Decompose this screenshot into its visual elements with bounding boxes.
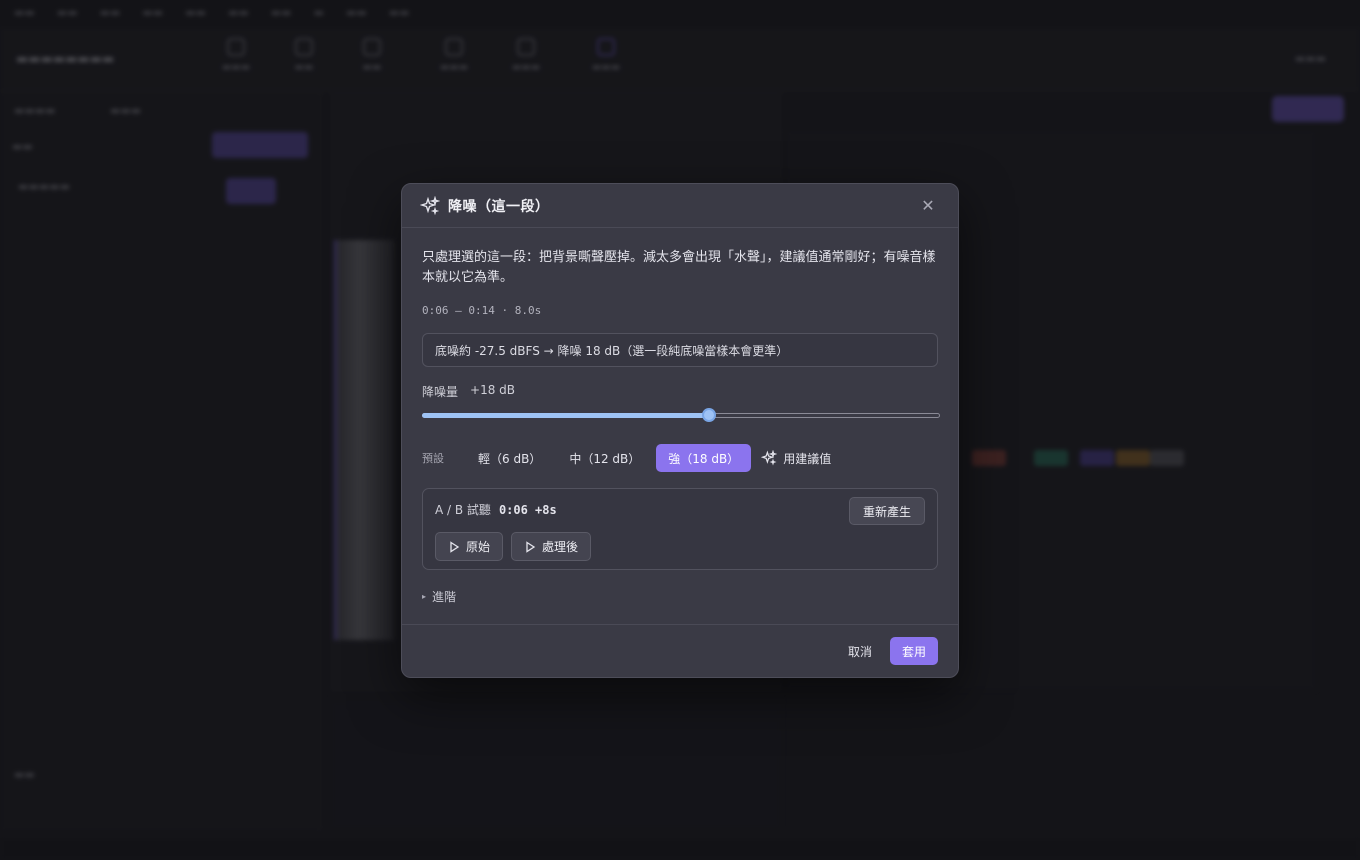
dialog-footer: 取消 套用 <box>402 624 958 677</box>
dialog-description: 只處理選的這一段：把背景嘶聲壓掉。減太多會出現「水聲」，建議值通常剛好；有噪音樣… <box>422 250 936 285</box>
preset-row: 預設 輕（6 dB） 中（12 dB） 強（18 dB） 用建議值 <box>422 444 938 472</box>
close-icon: ✕ <box>921 196 935 215</box>
dialog-body: 只處理選的這一段：把背景嘶聲壓掉。減太多會出現「水聲」，建議值通常剛好；有噪音樣… <box>402 228 958 605</box>
slider-thumb[interactable] <box>702 408 717 422</box>
close-button[interactable]: ✕ <box>916 194 940 218</box>
noise-floor-text: 底噪約 -27.5 dBFS → 降噪 18 dB（選一段純底噪當樣本會更準） <box>435 343 789 358</box>
advanced-toggle[interactable]: ▸ 進階 <box>422 588 938 605</box>
play-original-label: 原始 <box>466 540 491 554</box>
advanced-label: 進階 <box>432 590 457 604</box>
ab-play-row: 原始 處理後 <box>435 532 925 561</box>
noise-floor-info: 底噪約 -27.5 dBFS → 降噪 18 dB（選一段純底噪當樣本會更準） <box>422 333 938 367</box>
amount-slider[interactable] <box>422 408 940 422</box>
regenerate-button[interactable]: 重新產生 <box>848 497 925 525</box>
amount-row: 降噪量 +18 dB <box>422 383 938 400</box>
sparkle-icon <box>761 450 778 466</box>
use-suggested-label: 用建議值 <box>783 451 832 466</box>
play-processed-button[interactable]: 處理後 <box>511 532 592 561</box>
play-icon <box>450 540 460 553</box>
play-original-button[interactable]: 原始 <box>435 532 504 561</box>
caret-right-icon: ▸ <box>422 592 427 601</box>
ab-position: 0:06 +8s <box>498 502 557 517</box>
noise-reduction-dialog: 降噪（這一段） ✕ 只處理選的這一段：把背景嘶聲壓掉。減太多會出現「水聲」，建議… <box>401 183 959 678</box>
cancel-button[interactable]: 取消 <box>848 643 872 660</box>
play-icon <box>526 540 536 553</box>
preset-light-button[interactable]: 輕（6 dB） <box>466 444 553 472</box>
preset-strong-button[interactable]: 強（18 dB） <box>656 444 752 472</box>
selection-range: 0:06 – 0:14 · 8.0s <box>422 304 542 317</box>
sparkle-icon <box>420 195 440 215</box>
play-processed-label: 處理後 <box>542 540 579 554</box>
amount-label: 降噪量 <box>422 385 459 399</box>
ab-title: A / B 試聽 <box>435 503 491 517</box>
preset-medium-button[interactable]: 中（12 dB） <box>557 444 652 472</box>
apply-button[interactable]: 套用 <box>889 637 938 665</box>
use-suggested-button[interactable]: 用建議值 <box>761 450 831 467</box>
dialog-title: 降噪（這一段） <box>448 198 550 215</box>
amount-value: +18 dB <box>470 383 516 397</box>
preset-label: 預設 <box>422 452 444 465</box>
ab-preview-box: A / B 試聽 0:06 +8s 重新產生 原始 處理後 <box>422 488 938 570</box>
slider-fill <box>422 413 710 418</box>
dialog-header: 降噪（這一段） ✕ <box>402 184 958 228</box>
